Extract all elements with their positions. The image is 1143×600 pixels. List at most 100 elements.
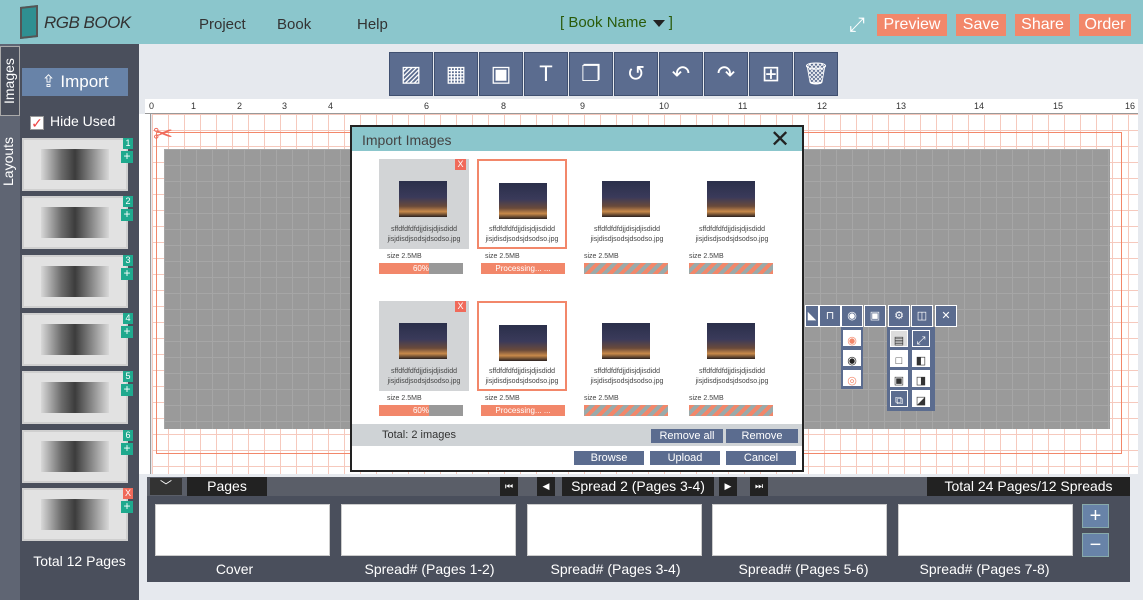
portrait-image (41, 499, 109, 530)
cancel-button[interactable]: Cancel (726, 451, 796, 465)
ruler-mark: 8 (501, 101, 507, 111)
page-card-cover[interactable] (155, 504, 330, 556)
image-thumbnail[interactable] (22, 488, 128, 541)
preview-button[interactable]: Preview (877, 14, 947, 36)
menu-help[interactable]: Help (357, 16, 388, 33)
border-icon[interactable]: □ (890, 350, 908, 367)
import-button[interactable]: ⇪ Import (22, 68, 128, 96)
image-size: size 2.5MB (485, 395, 520, 402)
corner-icon[interactable]: ◪ (912, 390, 930, 407)
import-images-dialog: Import Images ✕ X sffdfdfdfdjjdisjdjisdi… (350, 125, 804, 472)
close-tools-icon[interactable]: ✕ (935, 305, 957, 327)
undo-icon[interactable]: ↶ (659, 52, 703, 96)
half-fill-icon[interactable]: ◧ (912, 350, 930, 367)
save-button[interactable]: Save (956, 14, 1006, 36)
image-thumbnail[interactable] (22, 430, 128, 483)
add-image-button[interactable]: + (121, 208, 133, 221)
remove-all-button[interactable]: Remove all (651, 429, 723, 443)
add-image-button[interactable]: + (121, 150, 133, 163)
share-button[interactable]: Share (1015, 14, 1070, 36)
ruler-tool-icon[interactable]: ⊓ (819, 305, 841, 327)
page-card-label: Spread# (Pages 5-6) (738, 561, 869, 577)
image-thumbnail[interactable] (22, 255, 128, 308)
hide-used-label: Hide Used (50, 113, 116, 129)
page-card-spread[interactable] (898, 504, 1073, 556)
chevron-down-icon[interactable]: ﹀ (150, 478, 182, 495)
filename-line: jisjdisdjsodsjdsodso.jpg (590, 378, 664, 385)
expand-icon[interactable]: ⤢ (912, 330, 930, 347)
color-option-icon[interactable]: ◉ (843, 330, 861, 347)
remove-image-icon[interactable]: X (455, 301, 466, 312)
image-thumbnail[interactable] (22, 196, 128, 249)
menu-project[interactable]: Project (199, 16, 246, 33)
browse-button[interactable]: Browse (574, 451, 644, 465)
pages-label: Pages (187, 477, 267, 496)
settings-icon[interactable]: ⚙ (888, 305, 910, 327)
scissors-icon[interactable]: ✂ (153, 120, 173, 149)
add-spread-button[interactable]: + (1082, 504, 1109, 528)
upload-button[interactable]: Upload (650, 451, 720, 465)
frame-icon[interactable]: ▣ (479, 52, 523, 96)
chevron-down-icon (652, 19, 665, 27)
filename-line: sffdfdfdfdjjdisjdjisdidd (698, 368, 766, 375)
page-card-spread[interactable] (527, 504, 702, 556)
image-thumbnail[interactable] (22, 313, 128, 366)
remove-image-button[interactable]: X (123, 488, 133, 499)
image-size: size 2.5MB (387, 395, 422, 402)
book-name-bracket: ] (668, 14, 673, 31)
add-photo-icon[interactable]: ⊞ (749, 52, 793, 96)
remove-spread-button[interactable]: − (1082, 533, 1109, 557)
portrait-image (41, 382, 109, 413)
image-adjust-icon[interactable]: ⧉ (890, 390, 908, 407)
tab-images[interactable]: Images (0, 46, 20, 116)
image-thumbnail[interactable] (22, 371, 128, 424)
dialog-title: Import Images (362, 132, 452, 148)
first-page-icon[interactable]: ⏮ (500, 477, 518, 496)
background-pattern-icon[interactable]: ▨ (389, 52, 433, 96)
fullscreen-icon[interactable]: ⤢ (846, 14, 868, 36)
logo-icon (20, 5, 38, 39)
total-spreads-label: Total 24 Pages/12 Spreads (927, 477, 1130, 496)
add-image-button[interactable]: + (121, 442, 133, 455)
hide-used-toggle[interactable]: ✓ Hide Used (30, 113, 115, 130)
ruler-mark: 11 (738, 101, 748, 111)
ruler-mark: 12 (817, 101, 828, 111)
portrait-image (41, 324, 109, 355)
split-icon[interactable]: ◨ (912, 370, 930, 387)
redo-icon[interactable]: ↷ (704, 52, 748, 96)
filename-line: jisjdisdjsodsjdsodso.jpg (387, 378, 461, 385)
shadow-icon[interactable]: ▣ (890, 370, 908, 387)
crop-frame-icon[interactable]: ◫ (911, 305, 933, 327)
gradient-icon[interactable]: ▤ (890, 330, 908, 347)
color-option-icon[interactable]: ◎ (843, 370, 861, 387)
order-button[interactable]: Order (1079, 14, 1131, 36)
tab-layouts[interactable]: Layouts (0, 126, 20, 196)
layout-grid-icon[interactable]: ▦ (434, 52, 478, 96)
filename-line: sffdfdfdfdjjdisjdjisdidd (390, 368, 458, 375)
filename-line: jisjdisdjsodsjdsodso.jpg (590, 236, 664, 243)
next-page-icon[interactable]: ▶ (719, 477, 737, 496)
color-icon[interactable]: ◉ (841, 305, 863, 327)
align-icon[interactable]: ◣ (805, 305, 819, 327)
add-image-button[interactable]: + (121, 267, 133, 280)
page-card-spread[interactable] (712, 504, 887, 556)
last-page-icon[interactable]: ⏭ (750, 477, 768, 496)
book-name-selector[interactable]: [ Book Name] (560, 14, 673, 31)
add-image-button[interactable]: + (121, 325, 133, 338)
remove-image-icon[interactable]: X (455, 159, 466, 170)
close-icon[interactable]: ✕ (770, 125, 790, 154)
menu-book[interactable]: Book (277, 16, 311, 33)
frame-style-icon[interactable]: ▣ (864, 305, 886, 327)
page-card-spread[interactable] (341, 504, 516, 556)
prev-page-icon[interactable]: ◀ (537, 477, 555, 496)
layers-icon[interactable]: ❐ (569, 52, 613, 96)
delete-icon[interactable]: 🗑 (794, 52, 838, 96)
image-thumbnail[interactable] (22, 138, 128, 191)
add-image-button[interactable]: + (121, 500, 133, 513)
rotate-180-icon[interactable]: ↺ (614, 52, 658, 96)
color-option-icon[interactable]: ◉ (843, 350, 861, 367)
filename-line: jisjdisdjsodsjdsodso.jpg (695, 236, 769, 243)
add-image-button[interactable]: + (121, 383, 133, 396)
remove-button[interactable]: Remove (726, 429, 798, 443)
text-icon[interactable]: T (524, 52, 568, 96)
